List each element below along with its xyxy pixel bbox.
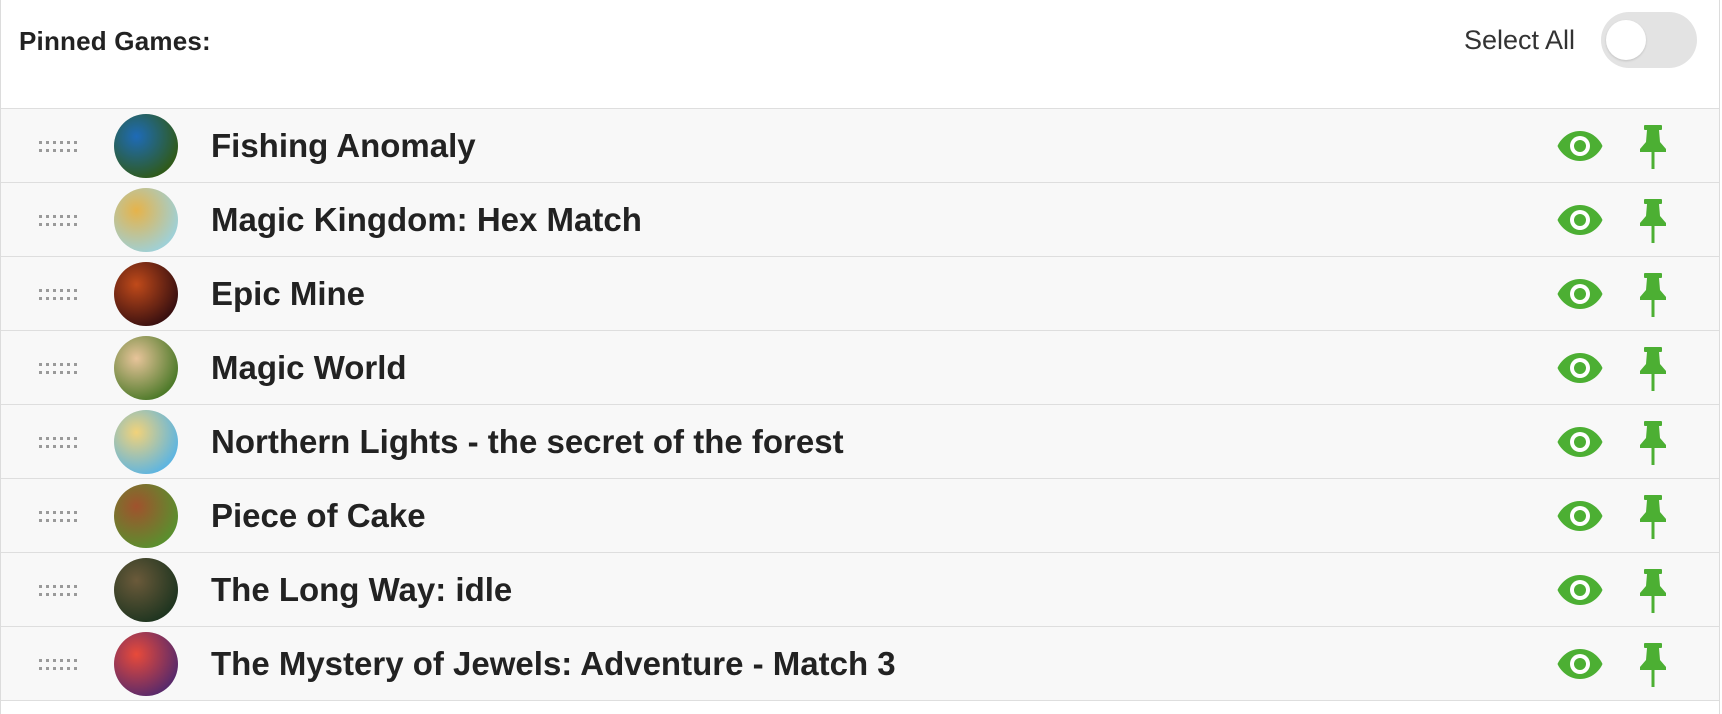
game-title: Magic World (211, 349, 407, 386)
panel-header: Pinned Games: Select All (1, 0, 1719, 109)
game-title: The Long Way: idle (211, 571, 513, 608)
game-avatar (114, 632, 178, 696)
game-avatar (114, 188, 178, 252)
game-title: Northern Lights - the secret of the fore… (211, 423, 844, 460)
game-row: Northern Lights - the secret of the fore… (1, 405, 1719, 479)
pin-icon[interactable] (1639, 569, 1667, 613)
eye-icon[interactable] (1557, 130, 1603, 162)
drag-handle-icon[interactable] (39, 362, 77, 374)
game-row: Magic World (1, 331, 1719, 405)
game-row: Epic Mine (1, 257, 1719, 331)
pin-icon[interactable] (1639, 273, 1667, 317)
game-row: The Mystery of Jewels: Adventure - Match… (1, 627, 1719, 701)
drag-handle-icon[interactable] (39, 584, 77, 596)
game-avatar (114, 484, 178, 548)
game-row: Fishing Anomaly (1, 109, 1719, 183)
eye-icon[interactable] (1557, 352, 1603, 384)
game-title: Epic Mine (211, 275, 366, 312)
pin-icon[interactable] (1639, 199, 1667, 243)
game-avatar (114, 558, 178, 622)
eye-icon[interactable] (1557, 204, 1603, 236)
game-title: Magic Kingdom: Hex Match (211, 201, 642, 238)
drag-handle-icon[interactable] (39, 436, 77, 448)
pinned-games-panel: Pinned Games: Select All Fishing Anomaly (0, 0, 1720, 714)
game-row: The Long Way: idle (1, 553, 1719, 627)
toggle-knob (1606, 20, 1646, 60)
drag-handle-icon[interactable] (39, 140, 77, 152)
game-row: Magic Kingdom: Hex Match (1, 183, 1719, 257)
game-title: The Mystery of Jewels: Adventure - Match… (211, 645, 896, 682)
eye-icon[interactable] (1557, 500, 1603, 532)
eye-icon[interactable] (1557, 648, 1603, 680)
drag-handle-icon[interactable] (39, 214, 77, 226)
eye-icon[interactable] (1557, 426, 1603, 458)
pin-icon[interactable] (1639, 347, 1667, 391)
game-avatar (114, 410, 178, 474)
eye-icon[interactable] (1557, 574, 1603, 606)
eye-icon[interactable] (1557, 278, 1603, 310)
game-list: Fishing Anomaly Magic Kingdom: Hex Match… (1, 109, 1719, 701)
game-row: Piece of Cake (1, 479, 1719, 553)
game-avatar (114, 262, 178, 326)
game-title: Fishing Anomaly (211, 127, 476, 164)
pin-icon[interactable] (1639, 125, 1667, 169)
pin-icon[interactable] (1639, 421, 1667, 465)
game-avatar (114, 336, 178, 400)
drag-handle-icon[interactable] (39, 658, 77, 670)
game-title: Piece of Cake (211, 497, 426, 534)
select-all-label: Select All (1463, 24, 1575, 55)
game-avatar (114, 114, 178, 178)
pin-icon[interactable] (1639, 495, 1667, 539)
select-all-control: Select All (1464, 12, 1697, 68)
pin-icon[interactable] (1639, 643, 1667, 687)
drag-handle-icon[interactable] (39, 288, 77, 300)
select-all-toggle[interactable] (1601, 12, 1697, 68)
drag-handle-icon[interactable] (39, 510, 77, 522)
panel-title: Pinned Games: (19, 26, 211, 56)
